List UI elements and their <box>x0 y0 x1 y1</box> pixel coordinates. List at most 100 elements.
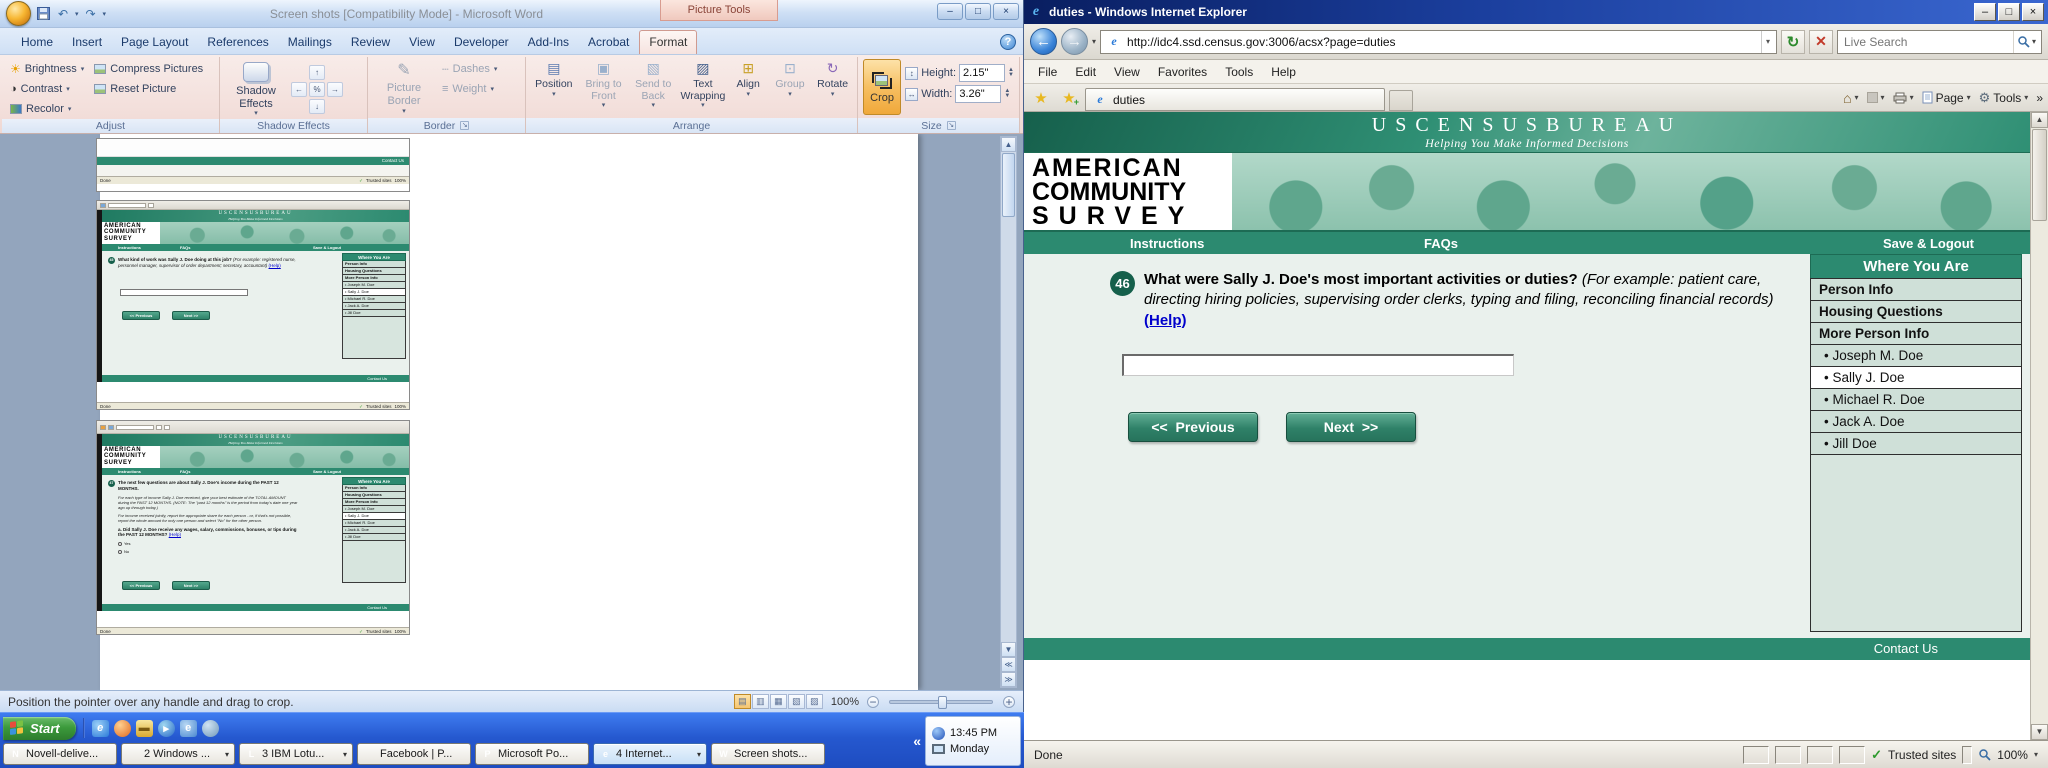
sidebar-item[interactable]: • Michael R. Doe <box>1810 388 2022 411</box>
zoom-dropdown-icon[interactable]: ▾ <box>2034 750 2038 759</box>
ribbon-tab[interactable]: Page Layout <box>112 31 197 54</box>
contrast-button[interactable]: ◑ Contrast ▾ <box>7 79 87 99</box>
tools-button[interactable]: ⚙ Tools ▾ <box>1979 90 2029 106</box>
network-tray-icon[interactable] <box>932 726 945 740</box>
menu-item[interactable]: Tools <box>1217 63 1261 81</box>
embedded-screenshot-1[interactable]: Contact Us Done ✓ Trusted sites 100% <box>96 138 410 192</box>
restore-button[interactable]: □ <box>965 3 991 20</box>
close-button[interactable]: × <box>993 3 1019 20</box>
forward-button[interactable]: → <box>1061 28 1088 55</box>
scroll-up-icon[interactable]: ▲ <box>2031 112 2048 128</box>
recolor-button[interactable]: Recolor ▾ <box>7 99 87 119</box>
search-button[interactable]: ▾ <box>2012 30 2039 53</box>
undo-dropdown-icon[interactable]: ▾ <box>75 10 79 18</box>
search-input[interactable] <box>1844 34 2009 49</box>
close-button[interactable]: × <box>2022 3 2044 21</box>
internet-explorer-icon[interactable]: e <box>91 719 109 737</box>
scroll-up-icon[interactable]: ▲ <box>1001 137 1016 152</box>
add-favorite-icon[interactable]: ★ + <box>1057 87 1081 109</box>
ie-vertical-scrollbar[interactable]: ▲ ▼ <box>2030 112 2048 740</box>
ribbon-tab[interactable]: Insert <box>63 31 111 54</box>
height-input[interactable]: 2.15" <box>959 64 1006 82</box>
next-page-icon[interactable]: ≫ <box>1001 672 1016 687</box>
tray-clock-panel[interactable]: 13:45 PM Monday <box>925 715 1021 766</box>
zoom-slider[interactable] <box>889 695 993 709</box>
ribbon-tab[interactable]: View <box>400 31 444 54</box>
help-icon[interactable]: ? <box>1000 34 1016 50</box>
contact-us-link[interactable]: Contact Us <box>1874 641 1938 656</box>
scroll-thumb[interactable] <box>1002 153 1015 217</box>
favorites-center-icon[interactable]: ★ <box>1029 87 1053 109</box>
tab-duties[interactable]: e duties <box>1085 88 1385 111</box>
group-button[interactable]: ⊡ Group ▾ <box>771 59 810 98</box>
send-to-back-button[interactable]: ▧ Send to Back ▾ <box>630 59 676 110</box>
bring-to-front-button[interactable]: ▣ Bring to Front ▾ <box>581 59 627 110</box>
ribbon-tab[interactable]: Format <box>639 30 698 54</box>
web-layout-view-button[interactable]: ▦ <box>769 694 787 709</box>
taskbar-window-button[interactable]: P Microsoft Po... ▾ <box>475 743 589 765</box>
menu-item[interactable]: Favorites <box>1150 63 1215 81</box>
sidebar-item[interactable]: • Sally J. Doe <box>1810 366 2022 389</box>
minimize-button[interactable]: – <box>1974 3 1996 21</box>
page-button[interactable]: Page ▾ <box>1922 91 1971 105</box>
search-options-icon[interactable]: ▾ <box>2032 37 2036 46</box>
scroll-down-icon[interactable]: ▼ <box>2031 724 2048 740</box>
width-stepper[interactable]: ▲ ▼ <box>1004 88 1010 99</box>
feeds-button[interactable]: ▾ <box>1866 92 1885 103</box>
scroll-down-icon[interactable]: ▼ <box>1001 642 1016 657</box>
sidebar-item[interactable]: More Person Info <box>1810 322 2022 345</box>
text-wrapping-button[interactable]: ▨ Text Wrapping ▾ <box>680 59 726 110</box>
print-button[interactable]: ▾ <box>1893 92 1914 104</box>
taskbar-window-button[interactable]: e 4 Internet... ▾ <box>593 743 707 765</box>
next-button[interactable]: Next >> <box>1286 412 1416 442</box>
nav-faqs[interactable]: FAQs <box>1424 236 1458 251</box>
compress-pictures-button[interactable]: Compress Pictures <box>91 59 206 79</box>
weight-button[interactable]: ≡ Weight ▾ <box>439 79 500 99</box>
embedded-screenshot-2[interactable]: USCENSUSBUREAU Helping You Make Informed … <box>96 200 410 410</box>
menu-item[interactable]: View <box>1106 63 1148 81</box>
nudge-shadow-up-button[interactable]: ↑ <box>309 65 325 80</box>
brightness-button[interactable]: ☀ Brightness ▾ <box>7 59 87 79</box>
dashes-button[interactable]: ┄ Dashes ▾ <box>439 59 500 79</box>
word-vertical-scrollbar[interactable]: ▲ ▼ ≪ ≫ <box>1000 136 1017 688</box>
sidebar-item[interactable]: • Jack A. Doe <box>1810 410 2022 433</box>
messenger-icon[interactable]: ▬ <box>135 719 153 737</box>
menu-item[interactable]: File <box>1030 63 1065 81</box>
nav-save-logout[interactable]: Save & Logout <box>1883 236 1974 251</box>
history-dropdown-icon[interactable]: ▾ <box>1092 37 1096 46</box>
duties-answer-input[interactable] <box>1122 354 1514 376</box>
taskbar-window-button[interactable]: Facebook | P... ▾ <box>357 743 471 765</box>
shadow-toggle-button[interactable]: % <box>309 82 325 97</box>
nudge-shadow-right-button[interactable]: → <box>327 82 343 97</box>
rotate-button[interactable]: ↻ Rotate ▾ <box>813 59 852 98</box>
draft-view-button[interactable]: ▨ <box>805 694 823 709</box>
size-dialog-launcher-icon[interactable]: ↘ <box>946 121 956 130</box>
ribbon-tab[interactable]: Review <box>342 31 399 54</box>
ribbon-tab[interactable]: References <box>198 31 277 54</box>
embedded-screenshot-3[interactable]: USCENSUSBUREAU Helping You Make Informed … <box>96 420 410 635</box>
taskbar-window-button[interactable]: N Novell-delive... ▾ <box>3 743 117 765</box>
display-tray-icon[interactable] <box>932 743 945 754</box>
sidebar-item[interactable]: • Joseph M. Doe <box>1810 344 2022 367</box>
zoom-out-button[interactable]: − <box>867 695 879 708</box>
border-dialog-launcher-icon[interactable]: ↘ <box>460 121 470 130</box>
sidebar-item[interactable]: Person Info <box>1810 278 2022 301</box>
menu-item[interactable]: Edit <box>1067 63 1104 81</box>
sidebar-item[interactable]: Housing Questions <box>1810 300 2022 323</box>
picture-border-button[interactable]: ✎ Picture Border ▾ <box>373 59 435 117</box>
url-field[interactable]: e http://idc4.ssd.census.gov:3006/acsx?p… <box>1100 29 1777 54</box>
stop-button[interactable]: ✕ <box>1809 29 1833 54</box>
ribbon-tab[interactable]: Developer <box>445 31 518 54</box>
home-button[interactable]: ⌂ ▾ <box>1843 90 1858 106</box>
media-player-icon[interactable]: ▸ <box>157 719 175 737</box>
width-input[interactable]: 3.26" <box>955 85 1002 103</box>
full-screen-view-button[interactable]: ▥ <box>751 694 769 709</box>
save-icon[interactable] <box>35 6 51 22</box>
zoom-level[interactable]: 100% <box>831 696 859 708</box>
scroll-thumb[interactable] <box>2032 129 2047 221</box>
help-link[interactable]: (Help) <box>1144 312 1187 329</box>
taskbar-window-button[interactable]: W Screen shots... ▾ <box>711 743 825 765</box>
msn-icon[interactable] <box>201 719 219 737</box>
nav-instructions[interactable]: Instructions <box>1130 236 1204 251</box>
previous-button[interactable]: << Previous <box>1128 412 1258 442</box>
